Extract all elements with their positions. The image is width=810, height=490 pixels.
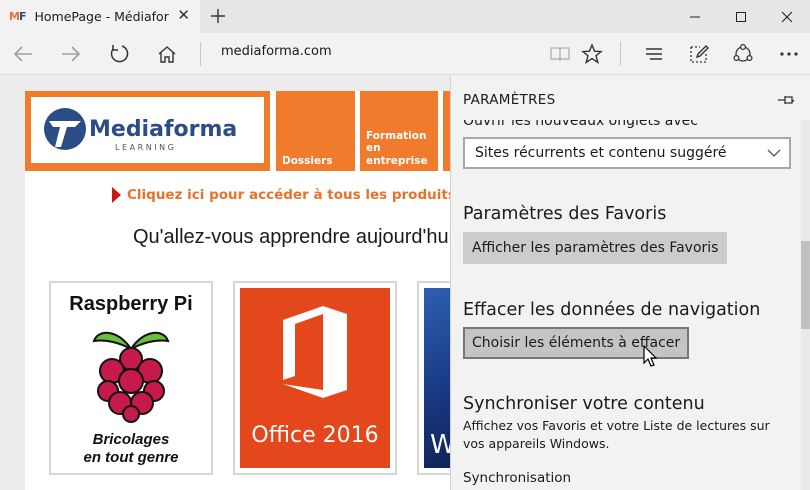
pin-icon[interactable] bbox=[777, 94, 795, 106]
navigation-bar: mediaforma.com bbox=[0, 33, 810, 75]
window-close-button[interactable] bbox=[764, 0, 810, 33]
favorites-settings-button[interactable]: Afficher les paramètres des Favoris bbox=[463, 232, 728, 264]
refresh-icon bbox=[110, 45, 129, 63]
menu-formation[interactable]: Formation en entreprise bbox=[360, 91, 438, 171]
star-icon bbox=[581, 43, 603, 64]
logo-tagline: L E A R N I N G bbox=[115, 143, 174, 152]
sync-description: Affichez vos Favoris et votre Liste de l… bbox=[463, 418, 770, 451]
new-tabs-select[interactable]: Sites récurrents et contenu suggéré bbox=[463, 137, 791, 169]
more-button[interactable] bbox=[776, 41, 802, 67]
tab-close-icon[interactable]: ✕ bbox=[177, 8, 190, 23]
favorite-button[interactable] bbox=[579, 41, 605, 67]
close-icon bbox=[781, 11, 793, 22]
promo-link[interactable]: Cliquez ici pour accéder à tous les prod… bbox=[112, 187, 450, 203]
card-windows[interactable]: W bbox=[417, 281, 450, 475]
reading-view-button[interactable] bbox=[547, 41, 573, 67]
web-note-button[interactable] bbox=[686, 41, 712, 67]
book-icon bbox=[550, 47, 570, 62]
settings-title: PARAMÈTRES bbox=[463, 92, 556, 108]
sync-label: Synchronisation bbox=[463, 470, 572, 486]
more-icon bbox=[780, 52, 798, 56]
mediaforma-logo: Mediaforma L E A R N I N G bbox=[44, 108, 237, 152]
office-logo-icon bbox=[283, 306, 347, 398]
promo-text: Cliquez ici pour accéder à tous les prod… bbox=[127, 187, 450, 203]
settings-pane: PARAMÈTRES Ouvrir les nouveaux onglets a… bbox=[450, 76, 810, 490]
logo-name: Mediaforma bbox=[89, 117, 237, 142]
office-tile: Office 2016 bbox=[240, 288, 390, 468]
sync-heading: Synchroniser votre contenu bbox=[463, 394, 705, 414]
share-button[interactable] bbox=[730, 41, 756, 67]
home-button[interactable] bbox=[154, 41, 180, 67]
address-bar[interactable]: mediaforma.com bbox=[221, 44, 332, 59]
browser-tab[interactable]: MF HomePage - Médiaforma ✕ bbox=[0, 0, 200, 33]
card-subtitle-1: Bricolages bbox=[92, 431, 170, 448]
mouse-cursor-icon bbox=[643, 345, 658, 367]
logo-panel: Mediaforma L E A R N I N G bbox=[31, 97, 264, 163]
promo-arrow-icon bbox=[112, 187, 121, 203]
card-office-2016[interactable]: Office 2016 bbox=[233, 281, 397, 475]
favorites-settings-heading: Paramètres des Favoris bbox=[463, 204, 667, 224]
hub-icon bbox=[646, 48, 662, 60]
back-arrow-icon bbox=[13, 46, 32, 62]
scrollbar-thumb[interactable] bbox=[801, 241, 810, 329]
select-value: Sites récurrents et contenu suggéré bbox=[475, 145, 727, 161]
site-logo[interactable]: Mediaforma L E A R N I N G bbox=[25, 91, 270, 171]
card-subtitle-2: en tout genre bbox=[83, 449, 179, 466]
card-title: W bbox=[430, 430, 450, 460]
new-tab-button[interactable] bbox=[207, 5, 229, 27]
clear-data-heading: Effacer les données de navigation bbox=[463, 300, 761, 320]
maximize-icon bbox=[736, 11, 746, 22]
favicon: MF bbox=[9, 10, 26, 23]
share-icon bbox=[733, 43, 753, 62]
pen-note-icon bbox=[690, 45, 709, 63]
title-bar: MF HomePage - Médiaforma ✕ bbox=[0, 0, 810, 33]
hub-button[interactable] bbox=[641, 41, 667, 67]
card-raspberry-pi[interactable]: Raspberry Pi Bricolages en tout genre bbox=[49, 281, 213, 475]
tab-title: HomePage - Médiaforma bbox=[34, 9, 169, 24]
site-header: Mediaforma L E A R N I N G Dossiers Form… bbox=[25, 91, 450, 171]
forward-button[interactable] bbox=[58, 41, 84, 67]
separator bbox=[620, 42, 621, 66]
windows-tile: W bbox=[424, 288, 450, 468]
maximize-button[interactable] bbox=[718, 0, 764, 33]
back-button[interactable] bbox=[10, 41, 36, 67]
page-heading: Qu'allez-vous apprendre aujourd'hui ? bbox=[133, 226, 450, 248]
separator bbox=[200, 42, 201, 66]
minimize-icon bbox=[690, 16, 700, 17]
raspberry-icon bbox=[92, 331, 170, 423]
forward-arrow-icon bbox=[62, 46, 81, 62]
minimize-button[interactable] bbox=[672, 0, 718, 33]
card-title: Raspberry Pi bbox=[69, 293, 193, 315]
home-icon bbox=[158, 46, 176, 63]
chevron-down-icon bbox=[767, 149, 781, 157]
refresh-button[interactable] bbox=[106, 41, 132, 67]
menu-dossiers[interactable]: Dossiers bbox=[276, 91, 355, 171]
menu-more[interactable] bbox=[443, 91, 450, 171]
card-title: Office 2016 bbox=[251, 423, 379, 448]
plus-icon bbox=[211, 9, 225, 23]
web-page: Mediaforma L E A R N I N G Dossiers Form… bbox=[0, 76, 450, 490]
settings-header: PARAMÈTRES bbox=[451, 76, 801, 120]
